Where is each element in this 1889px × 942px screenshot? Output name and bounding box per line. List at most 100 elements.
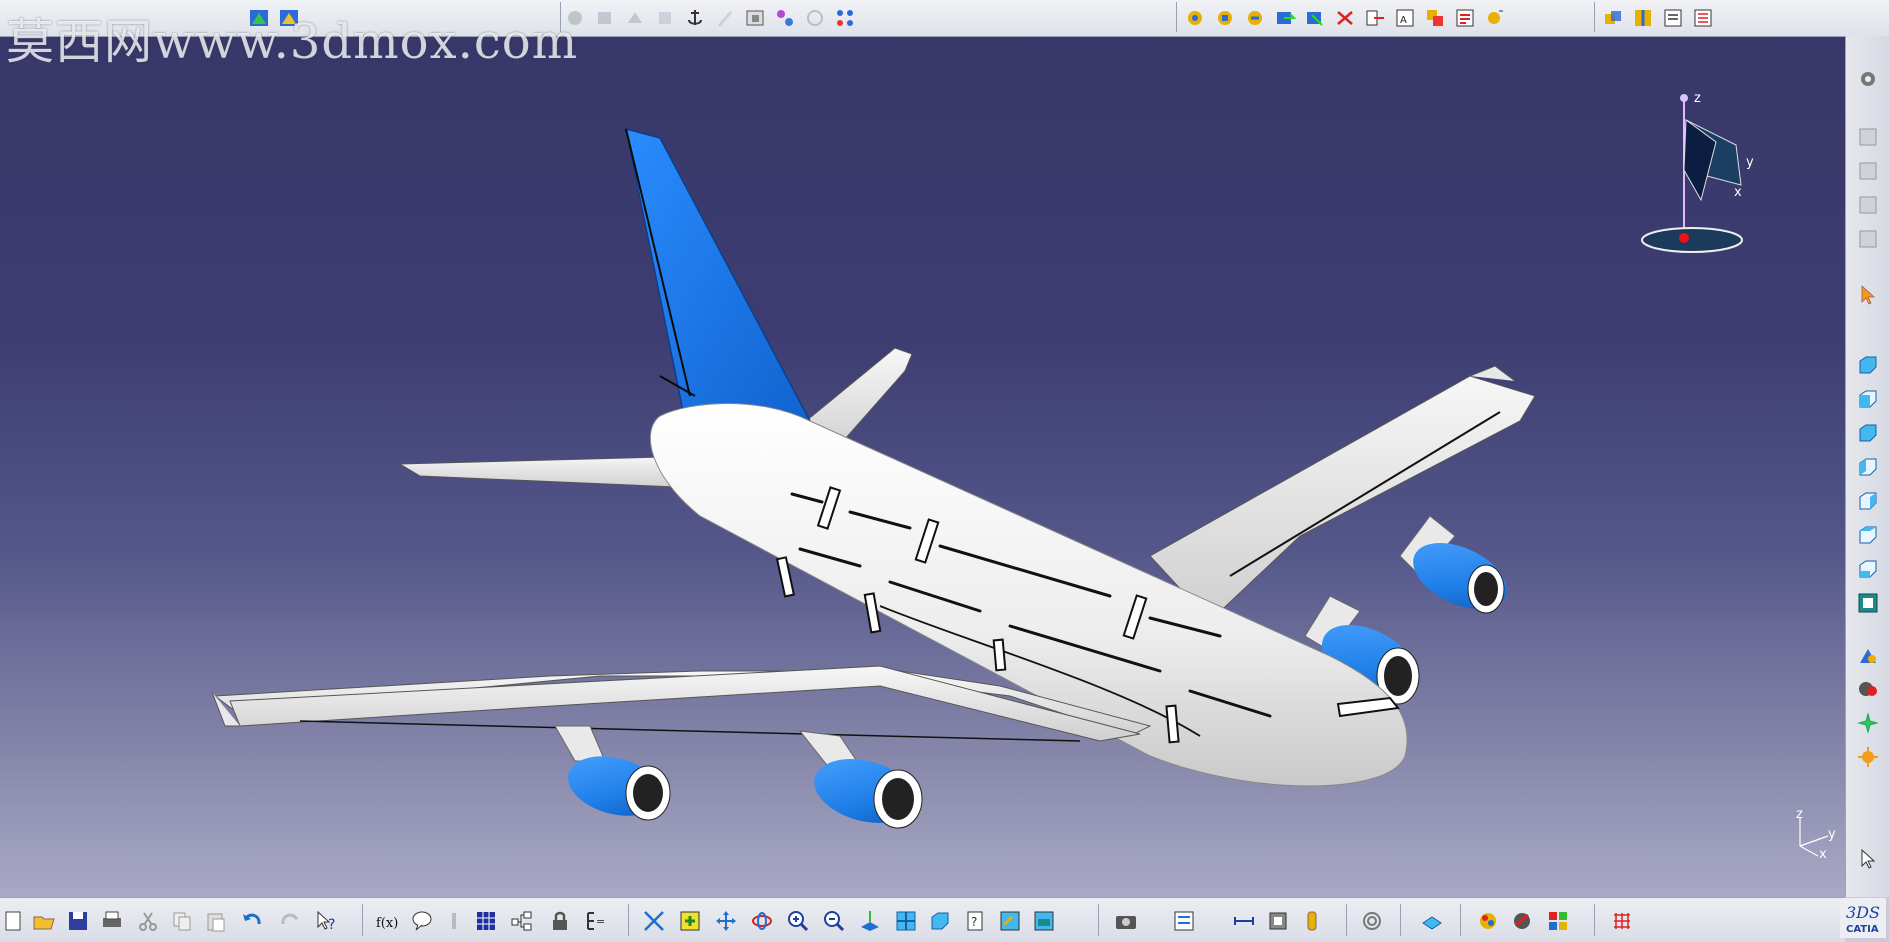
- right-view-icon[interactable]: [1855, 488, 1881, 514]
- svg-text:=: =: [596, 915, 605, 928]
- zoom-in-icon[interactable]: [784, 907, 812, 935]
- display-icon[interactable]: [1855, 124, 1881, 150]
- properties-icon[interactable]: [1855, 226, 1881, 252]
- paste-icon[interactable]: [202, 907, 230, 935]
- copy-icon[interactable]: [168, 907, 196, 935]
- flat-shade-icon[interactable]: [1030, 907, 1058, 935]
- sketcher-icon[interactable]: [246, 5, 272, 31]
- bom-settings-icon[interactable]: [1482, 5, 1508, 31]
- lock-icon[interactable]: [546, 907, 574, 935]
- shading-icon[interactable]: [1855, 676, 1881, 702]
- engine-left-inner: [798, 730, 923, 829]
- engine-right-outer: [1399, 515, 1507, 614]
- open-icon[interactable]: [30, 907, 58, 935]
- swap-icon[interactable]: [996, 907, 1024, 935]
- formula-icon[interactable]: f(x): [372, 907, 400, 935]
- rotate-icon[interactable]: [748, 907, 776, 935]
- save-icon[interactable]: [64, 907, 92, 935]
- fit-in-icon[interactable]: [676, 907, 704, 935]
- measure-between-icon[interactable]: [1170, 907, 1198, 935]
- orientation-compass[interactable]: z y x: [1636, 90, 1756, 260]
- fly-mode-icon[interactable]: [1855, 710, 1881, 736]
- print-icon[interactable]: [98, 907, 126, 935]
- triad-z-label: z: [1796, 808, 1803, 822]
- measure-item-icon[interactable]: [1230, 907, 1258, 935]
- coincidence-icon[interactable]: [1182, 5, 1208, 31]
- angle-icon[interactable]: [1272, 5, 1298, 31]
- select-arrow-icon[interactable]: [1855, 282, 1881, 308]
- pencil-icon[interactable]: [712, 5, 738, 31]
- swap-visible-icon[interactable]: [1855, 192, 1881, 218]
- knowledge-icon[interactable]: [440, 907, 468, 935]
- catia-label: CATIA: [1846, 924, 1879, 935]
- contact-icon[interactable]: [1212, 5, 1238, 31]
- render-style-icon[interactable]: [1855, 642, 1881, 668]
- anchor-icon[interactable]: [682, 5, 708, 31]
- constraints-toolbar: A: [1182, 4, 1508, 32]
- back-view-icon[interactable]: [1855, 420, 1881, 446]
- existing-component-icon[interactable]: [652, 5, 678, 31]
- generative-icon[interactable]: [1418, 907, 1446, 935]
- sectioning-icon[interactable]: [1630, 5, 1656, 31]
- offset-icon[interactable]: [1242, 5, 1268, 31]
- top-view-icon[interactable]: [1855, 522, 1881, 548]
- workbench-toolbar: [246, 4, 302, 32]
- catalog-icon[interactable]: [772, 5, 798, 31]
- product-icon[interactable]: [592, 5, 618, 31]
- zoom-out-icon[interactable]: [820, 907, 848, 935]
- 3d-viewport[interactable]: z y x: [0, 36, 1845, 897]
- refresh-icon[interactable]: [802, 5, 828, 31]
- pan-icon[interactable]: [712, 907, 740, 935]
- normal-view-icon[interactable]: [856, 907, 884, 935]
- distance-icon[interactable]: [1660, 5, 1686, 31]
- multi-instantiation-icon[interactable]: [832, 5, 858, 31]
- material-icon[interactable]: [1474, 907, 1502, 935]
- comment-icon[interactable]: [408, 907, 436, 935]
- named-views-icon[interactable]: [1855, 590, 1881, 616]
- multi-view-icon[interactable]: [892, 907, 920, 935]
- scan-icon[interactable]: [1358, 907, 1386, 935]
- quick-view-icon[interactable]: [926, 907, 954, 935]
- bill-of-material-icon[interactable]: [1690, 5, 1716, 31]
- part-icon[interactable]: [622, 5, 648, 31]
- flexible-icon[interactable]: A: [1392, 5, 1418, 31]
- lighting-icon[interactable]: [1855, 744, 1881, 770]
- fuselage: [649, 403, 1408, 787]
- aircraft-model[interactable]: [0, 36, 1845, 897]
- hide-icon[interactable]: ?: [962, 907, 990, 935]
- bottom-view-icon[interactable]: [1855, 556, 1881, 582]
- apply-material-icon[interactable]: [1855, 846, 1881, 872]
- snap-icon[interactable]: [1608, 907, 1636, 935]
- parameters-icon[interactable]: =: [582, 907, 610, 935]
- sketcher-exit-icon[interactable]: [276, 5, 302, 31]
- render-icon[interactable]: [1508, 907, 1536, 935]
- front-view-icon[interactable]: [1855, 386, 1881, 412]
- undo-icon[interactable]: [238, 907, 266, 935]
- catalog-browser-icon[interactable]: [1298, 907, 1326, 935]
- scene-icon[interactable]: [742, 5, 768, 31]
- left-view-icon[interactable]: [1855, 454, 1881, 480]
- hide-show-icon[interactable]: [1855, 158, 1881, 184]
- bottom-toolbar: ? f(x) = ?: [0, 897, 1845, 942]
- reuse-pattern-icon[interactable]: [1452, 5, 1478, 31]
- quick-constraint-icon[interactable]: [1362, 5, 1388, 31]
- law-icon[interactable]: [508, 907, 536, 935]
- color-icon[interactable]: [1544, 907, 1572, 935]
- component-icon[interactable]: [562, 5, 588, 31]
- iso-view-icon[interactable]: [1855, 352, 1881, 378]
- redo-icon[interactable]: [276, 907, 304, 935]
- fix-together-icon[interactable]: [1332, 5, 1358, 31]
- gear-icon[interactable]: [1855, 66, 1881, 92]
- measure-inertia-icon[interactable]: [1264, 907, 1292, 935]
- capture-icon[interactable]: [1112, 907, 1140, 935]
- new-icon[interactable]: [0, 907, 28, 935]
- engine-left-outer: [554, 725, 671, 821]
- whats-this-icon[interactable]: ?: [312, 907, 340, 935]
- cut-icon[interactable]: [134, 907, 162, 935]
- clash-icon[interactable]: [1600, 5, 1626, 31]
- fix-icon[interactable]: [1302, 5, 1328, 31]
- change-constraint-icon[interactable]: [1422, 5, 1448, 31]
- fit-all-icon[interactable]: [640, 907, 668, 935]
- design-table-icon[interactable]: [472, 907, 500, 935]
- compass-y-label: y: [1746, 155, 1754, 170]
